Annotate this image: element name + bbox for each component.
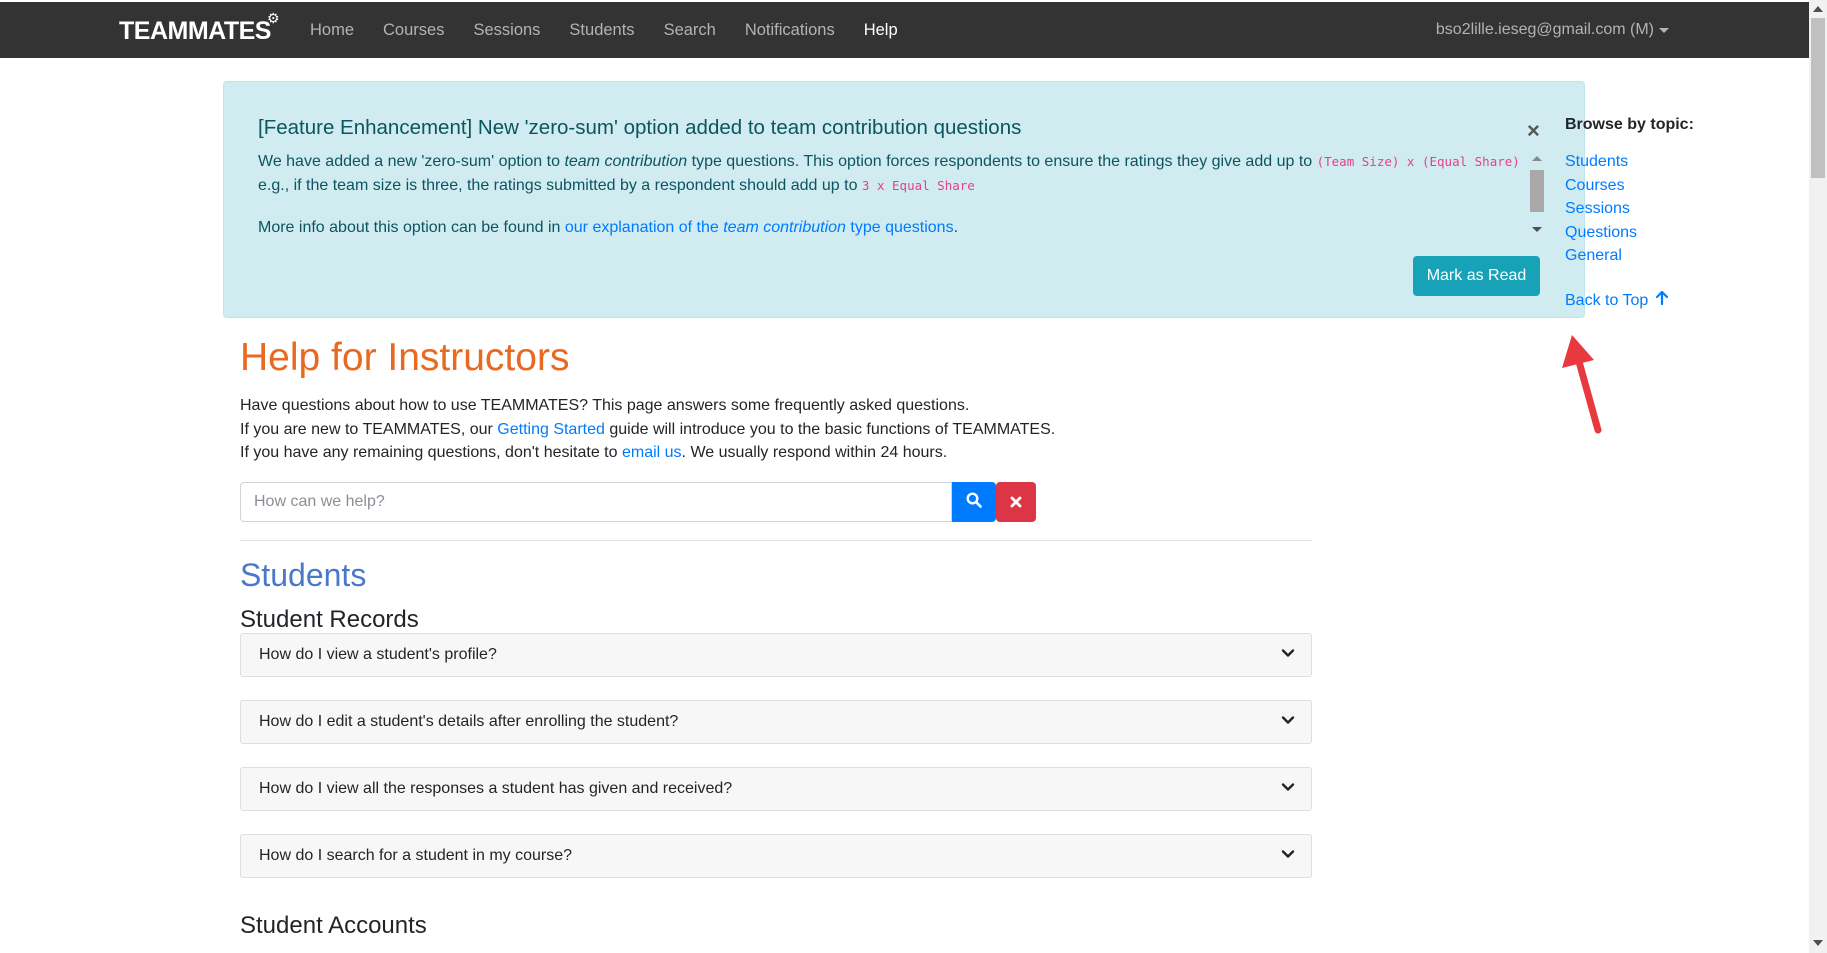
- subsection-title-student-accounts: Student Accounts: [240, 912, 427, 939]
- nav-item-help[interactable]: Help: [864, 21, 898, 40]
- gear-icon: ⚙: [267, 10, 280, 26]
- help-search-box: [240, 482, 952, 522]
- notification-scrollbar[interactable]: [1529, 152, 1545, 238]
- notification-line-3: More info about this option can be found…: [258, 216, 1538, 240]
- faq-question: How do I view all the responses a studen…: [259, 780, 733, 797]
- notification-text: .: [953, 219, 959, 236]
- intro-text-part: guide will introduce you to the basic fu…: [604, 420, 1056, 438]
- section-title-students: Students: [240, 557, 367, 593]
- scroll-up-arrow[interactable]: [1813, 6, 1823, 12]
- brand-logo[interactable]: TEAMMATES ⚙: [119, 10, 280, 48]
- faq-item[interactable]: How do I view all the responses a studen…: [240, 767, 1312, 811]
- link-text: type questions: [845, 219, 954, 236]
- page: TEAMMATES ⚙ Home Courses Sessions Studen…: [0, 0, 1827, 953]
- intro-text: Have questions about how to use TEAMMATE…: [240, 394, 1055, 465]
- navbar: TEAMMATES ⚙ Home Courses Sessions Studen…: [0, 2, 1809, 58]
- notification-scroll-up-arrow[interactable]: [1532, 156, 1542, 161]
- notification-scroll-thumb[interactable]: [1530, 170, 1544, 212]
- email-us-link[interactable]: email us: [622, 444, 682, 461]
- chevron-down-icon: [1281, 780, 1295, 799]
- notification-scroll-down-arrow[interactable]: [1532, 227, 1542, 232]
- faq-question: How do I edit a student's details after …: [259, 713, 679, 730]
- link-text: our explanation of the: [564, 219, 724, 236]
- search-button[interactable]: [952, 482, 996, 522]
- faq-item[interactable]: How do I view a student's profile?: [240, 633, 1312, 677]
- intro-line-2: If you are new to TEAMMATES, our Getting…: [240, 418, 1055, 442]
- notification-line-1: We have added a new 'zero-sum' option to…: [258, 150, 1538, 174]
- notification-line-2: e.g., if the team size is three, the rat…: [258, 174, 1538, 198]
- back-to-top-link[interactable]: Back to Top: [1565, 290, 1795, 310]
- mark-as-read-button[interactable]: Mark as Read: [1413, 256, 1540, 296]
- chevron-down-icon: [1281, 646, 1295, 665]
- notification-emphasis: team contribution: [564, 153, 688, 170]
- link-emphasis: team contribution: [723, 219, 846, 236]
- user-email: bso2lille.ieseg@gmail.com (M): [1435, 21, 1654, 38]
- topic-link-students[interactable]: Students: [1565, 150, 1795, 174]
- topic-link-sessions[interactable]: Sessions: [1565, 197, 1795, 221]
- nav-item-sessions[interactable]: Sessions: [473, 21, 540, 40]
- faq-question: How do I view a student's profile?: [259, 646, 497, 663]
- notification-text: More info about this option can be found…: [258, 219, 565, 236]
- notification-text: type questions. This option forces respo…: [687, 153, 1317, 170]
- intro-text-part: If you are new to TEAMMATES, our: [240, 420, 498, 438]
- notification-code: 3 x Equal Share: [861, 178, 975, 193]
- scroll-thumb[interactable]: [1811, 18, 1825, 178]
- page-title: Help for Instructors: [240, 336, 570, 379]
- faq-question: How do I search for a student in my cour…: [259, 847, 573, 864]
- nav-item-students[interactable]: Students: [569, 21, 634, 40]
- chevron-down-icon: [1281, 713, 1295, 732]
- intro-text-part: . We usually respond within 24 hours.: [681, 444, 948, 461]
- intro-text-part: If you have any remaining questions, don…: [240, 444, 622, 461]
- topic-link-questions[interactable]: Questions: [1565, 221, 1795, 245]
- annotation-arrow-icon: [1562, 335, 1602, 434]
- search-icon: [966, 491, 982, 513]
- notification-title: [Feature Enhancement] New 'zero-sum' opt…: [258, 116, 1022, 139]
- divider: [240, 540, 1312, 541]
- caret-down-icon: [1659, 27, 1669, 33]
- intro-line-1: Have questions about how to use TEAMMATE…: [240, 397, 970, 414]
- clear-search-button[interactable]: [996, 482, 1036, 522]
- faq-item[interactable]: How do I edit a student's details after …: [240, 700, 1312, 744]
- notification-text: We have added a new 'zero-sum' option to: [258, 153, 565, 170]
- intro-line-3: If you have any remaining questions, don…: [240, 441, 1055, 465]
- nav-item-home[interactable]: Home: [310, 21, 354, 40]
- close-icon[interactable]: ×: [1527, 118, 1540, 144]
- arrow-up-icon: [1655, 290, 1668, 310]
- notification-body: We have added a new 'zero-sum' option to…: [258, 150, 1538, 240]
- notification-banner: [Feature Enhancement] New 'zero-sum' opt…: [223, 81, 1585, 318]
- subsection-title-student-records: Student Records: [240, 606, 419, 633]
- brand-text: TEAMMATES: [119, 16, 271, 45]
- notification-text: e.g., if the team size is three, the rat…: [258, 177, 862, 194]
- nav-item-notifications[interactable]: Notifications: [745, 21, 835, 40]
- browse-by-topic: Browse by topic: Students Courses Sessio…: [1565, 116, 1795, 310]
- faq-item[interactable]: How do I search for a student in my cour…: [240, 834, 1312, 878]
- getting-started-link[interactable]: Getting Started: [497, 421, 605, 438]
- nav-items: Home Courses Sessions Students Search No…: [310, 2, 927, 58]
- topics-heading: Browse by topic:: [1565, 116, 1694, 133]
- topic-link-general[interactable]: General: [1565, 244, 1795, 268]
- scroll-down-arrow[interactable]: [1813, 940, 1823, 946]
- user-menu[interactable]: bso2lille.ieseg@gmail.com (M): [1436, 2, 1669, 58]
- notification-code: (Team Size) x (Equal Share): [1316, 154, 1520, 169]
- team-contribution-explanation-link[interactable]: our explanation of the team contribution…: [565, 219, 954, 236]
- help-search-input[interactable]: [241, 483, 951, 521]
- back-to-top-label: Back to Top: [1565, 291, 1649, 309]
- nav-item-courses[interactable]: Courses: [383, 21, 444, 40]
- nav-item-search[interactable]: Search: [664, 21, 716, 40]
- page-scrollbar[interactable]: [1809, 0, 1827, 953]
- times-icon: [1010, 492, 1022, 513]
- chevron-down-icon: [1281, 847, 1295, 866]
- topic-link-courses[interactable]: Courses: [1565, 174, 1795, 198]
